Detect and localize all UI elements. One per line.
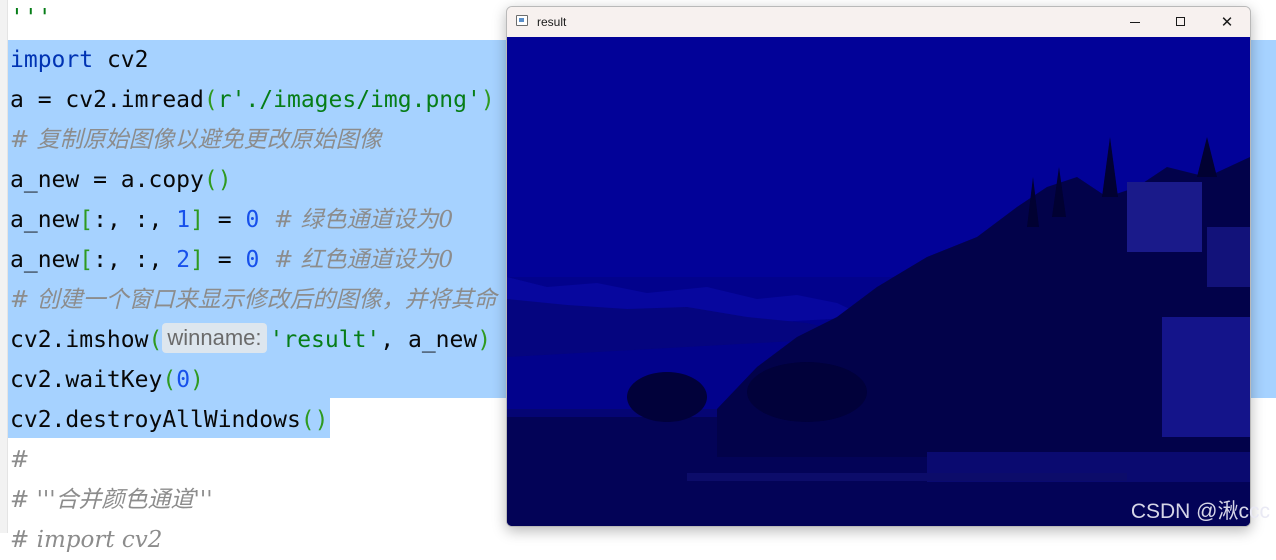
code-line[interactable]: cv2.waitKey(0) xyxy=(0,360,204,400)
paren-close: ) xyxy=(481,87,495,113)
watermark: CSDN @湫ccc xyxy=(1131,495,1270,525)
number-literal: 0 xyxy=(245,247,259,273)
paren-open: ( xyxy=(162,367,176,393)
code-line[interactable]: cv2.imshow(winname:'result', a_new) xyxy=(0,320,491,360)
shore-trees xyxy=(747,362,867,422)
code-line[interactable]: ''' xyxy=(0,0,52,38)
code-text: , a_new xyxy=(380,327,477,353)
code-line[interactable]: # 创建一个窗口来显示修改后的图像，并将其命 xyxy=(0,280,497,320)
minimize-icon xyxy=(1130,22,1140,23)
minimize-button[interactable] xyxy=(1112,7,1158,37)
result-image xyxy=(507,37,1250,526)
code-line[interactable]: # import cv2 xyxy=(0,520,162,560)
code-text: cv2.waitKey xyxy=(10,367,162,393)
string-literal: 'result' xyxy=(270,327,381,353)
app-window-icon xyxy=(516,15,528,26)
code-line[interactable]: a_new[:, :, 1] = 0 # 绿色通道设为0 xyxy=(0,200,453,240)
code-line[interactable]: a = cv2.imread(r'./images/img.png') xyxy=(0,80,495,120)
comment: # 创建一个窗口来显示修改后的图像，并将其命 xyxy=(10,287,497,313)
code-text: = xyxy=(204,247,246,273)
parameter-hint: winname: xyxy=(162,323,266,353)
result-window[interactable]: result ✕ xyxy=(506,6,1251,527)
bracket-open: [ xyxy=(79,207,93,233)
code-line[interactable]: a_new = a.copy() xyxy=(0,160,232,200)
shore-trees xyxy=(627,372,707,422)
paren: () xyxy=(204,167,232,193)
module-name: cv2 xyxy=(93,47,148,73)
bracket-close: ] xyxy=(190,207,204,233)
number-literal: 0 xyxy=(245,207,259,233)
code-line[interactable]: # 复制原始图像以避免更改原始图像 xyxy=(0,120,382,160)
paren: () xyxy=(301,407,329,433)
maximize-icon xyxy=(1176,17,1185,26)
docstring-quote: ''' xyxy=(10,5,52,31)
villa-building xyxy=(1127,182,1202,252)
code-text: :, :, xyxy=(93,207,176,233)
paren-close: ) xyxy=(190,367,204,393)
code-line[interactable]: import cv2 xyxy=(0,40,148,80)
paren-close: ) xyxy=(477,327,491,353)
blue-channel-landscape-image xyxy=(507,37,1250,526)
comment: # xyxy=(10,447,29,473)
window-titlebar[interactable]: result ✕ xyxy=(507,7,1250,37)
string-literal: r'./images/img.png' xyxy=(218,87,481,113)
code-text: cv2.destroyAllWindows xyxy=(10,407,301,433)
code-line[interactable]: cv2.destroyAllWindows() xyxy=(0,400,329,440)
comment: # 红色通道设为0 xyxy=(259,247,453,273)
close-icon: ✕ xyxy=(1221,13,1234,31)
code-text: = xyxy=(204,207,246,233)
code-line[interactable]: a_new[:, :, 2] = 0 # 红色通道设为0 xyxy=(0,240,453,280)
number-literal: 1 xyxy=(176,207,190,233)
keyword-import: import xyxy=(10,47,93,73)
close-button[interactable]: ✕ xyxy=(1204,7,1250,37)
comment: # 绿色通道设为0 xyxy=(259,207,453,233)
code-text: a_new xyxy=(10,247,79,273)
code-line[interactable]: # '''合并颜色通道''' xyxy=(0,480,213,520)
bracket-close: ] xyxy=(190,247,204,273)
code-text: cv2.imshow xyxy=(10,327,148,353)
code-text: a = cv2.imread xyxy=(10,87,204,113)
comment: # import cv2 xyxy=(10,527,162,553)
number-literal: 2 xyxy=(176,247,190,273)
maximize-button[interactable] xyxy=(1158,7,1204,37)
window-title: result xyxy=(537,7,566,37)
paren-open: ( xyxy=(204,87,218,113)
bracket-open: [ xyxy=(79,247,93,273)
code-text: :, :, xyxy=(93,247,176,273)
code-text: a_new xyxy=(10,207,79,233)
villa-building xyxy=(1207,227,1250,287)
villa-building xyxy=(1162,317,1250,437)
comment: # '''合并颜色通道''' xyxy=(10,487,213,513)
number-literal: 0 xyxy=(176,367,190,393)
code-line[interactable]: # xyxy=(0,440,29,480)
code-text: a_new = a.copy xyxy=(10,167,204,193)
comment: # 复制原始图像以避免更改原始图像 xyxy=(10,127,382,153)
paren-open: ( xyxy=(148,327,162,353)
pier xyxy=(687,473,1127,481)
